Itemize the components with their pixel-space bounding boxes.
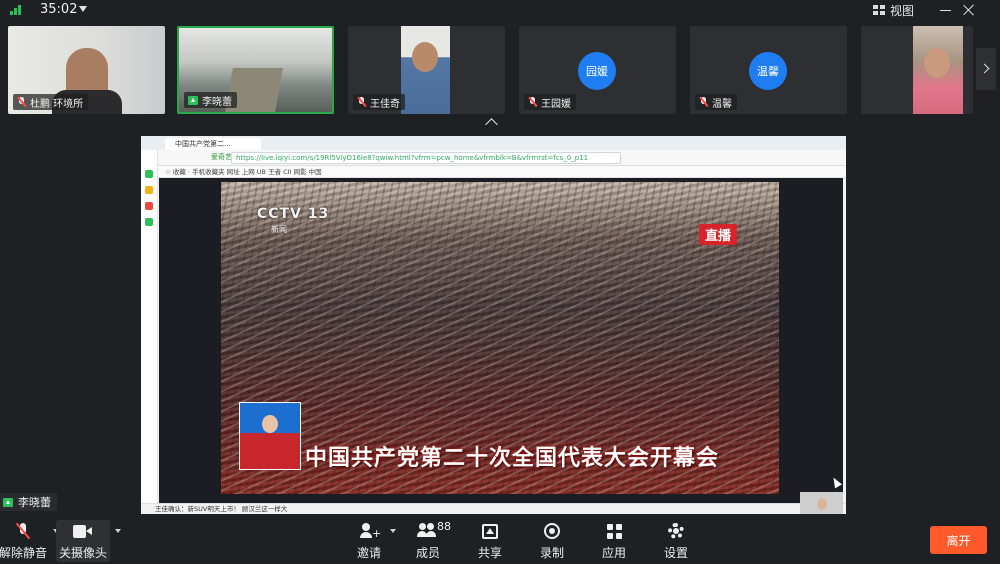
settings-label: 设置	[663, 546, 688, 560]
live-broadcast: CCTV 13 新闻 直播 中国共产党第二十次全国代表大会开幕会	[221, 182, 779, 494]
participant-tile-2[interactable]: 李晓蕾	[177, 26, 334, 114]
share-label: 共享	[477, 546, 502, 560]
participant-label: 王园媛	[524, 94, 576, 110]
view-label: 视图	[890, 4, 915, 18]
participant-tile-6[interactable]	[861, 26, 973, 114]
participant-name: 王园媛	[541, 98, 571, 110]
live-badge: 直播	[699, 224, 738, 245]
share-button[interactable]: 共享	[476, 520, 504, 562]
browser-sidebar	[141, 150, 158, 514]
address-input[interactable]: https://live.iqiyi.com/s/19Rl5ViyO16le8?…	[231, 152, 621, 164]
participant-tile-3[interactable]: 王佳奇	[348, 26, 505, 114]
settings-button[interactable]: 设置	[662, 520, 690, 562]
signal-strength-icon	[10, 5, 22, 15]
self-view-thumbnail[interactable]	[800, 492, 843, 514]
chevron-down-icon[interactable]	[115, 529, 121, 533]
browser-status-bar: 王佳确认：新SUV明天上市！ 顾汉兰这一样大	[141, 503, 846, 514]
members-button[interactable]: 88 成员	[414, 520, 451, 562]
invite-icon: +	[360, 523, 381, 539]
unmute-label: 解除静音	[0, 546, 48, 560]
record-icon	[544, 523, 560, 539]
participant-name: 温馨	[712, 98, 732, 110]
next-page-icon[interactable]	[976, 48, 996, 90]
sidebar-app-icon[interactable]	[145, 218, 153, 226]
participant-name: 杜鹏 环境所	[30, 98, 84, 110]
collapse-strip-icon[interactable]	[485, 118, 498, 131]
leave-button[interactable]: 离开	[930, 526, 987, 554]
members-count: 88	[437, 520, 451, 533]
apps-label: 应用	[601, 546, 626, 560]
screen-share-icon	[188, 95, 198, 105]
chevron-down-icon[interactable]	[390, 529, 396, 533]
participant-name: 李晓蕾	[202, 96, 232, 108]
site-name: 爱奇艺	[211, 153, 232, 161]
unmute-button[interactable]: 解除静音	[0, 520, 59, 562]
channel-logo: CCTV 13	[257, 206, 330, 222]
invite-label: 邀请	[356, 546, 381, 560]
mic-muted-icon	[17, 97, 26, 107]
shared-screen: 中国共产党第二... 爱奇艺 https://live.iqiyi.com/s/…	[141, 136, 846, 514]
apps-button[interactable]: 应用	[600, 520, 628, 562]
camera-icon	[73, 524, 93, 538]
sidebar-app-icon[interactable]	[145, 170, 153, 178]
mic-muted-icon	[699, 97, 708, 107]
mic-muted-icon	[357, 97, 366, 107]
participant-label: 温馨	[695, 94, 737, 110]
participant-tile-5[interactable]: 温馨 温馨	[690, 26, 847, 114]
sign-language-interpreter	[239, 402, 301, 470]
screen-share-icon	[3, 497, 13, 507]
participant-person	[412, 42, 438, 72]
browser-tab[interactable]: 中国共产党第二...	[165, 138, 261, 150]
grid-view-icon	[873, 5, 885, 16]
video-player[interactable]: CCTV 13 新闻 直播 中国共产党第二十次全国代表大会开幕会	[159, 178, 843, 503]
browser-tab-bar: 中国共产党第二...	[141, 136, 846, 150]
participant-label: 杜鹏 环境所	[13, 94, 89, 110]
invite-button[interactable]: + 邀请	[352, 520, 396, 562]
members-icon: 88	[417, 520, 451, 539]
participant-person	[924, 48, 950, 78]
broadcast-caption: 中国共产党第二十次全国代表大会开幕会	[305, 446, 720, 471]
camera-label: 关摄像头	[58, 546, 107, 560]
participant-tile-4[interactable]: 园媛 王园媛	[519, 26, 676, 114]
active-sharer-name: 李晓蕾	[18, 496, 51, 509]
record-label: 录制	[539, 546, 564, 560]
avatar: 园媛	[578, 52, 616, 90]
timer-dropdown-icon[interactable]	[79, 6, 87, 12]
share-screen-icon	[482, 523, 498, 539]
participant-name: 王佳奇	[370, 98, 400, 110]
gear-icon	[668, 523, 684, 539]
channel-sub: 新闻	[271, 225, 287, 234]
mic-muted-icon	[528, 97, 537, 107]
participant-label: 李晓蕾	[184, 92, 237, 108]
favorites-bar: ☆ 收藏 · 手机收藏夹 网址 上网 UB 王者 CII 网影 中国	[141, 166, 846, 178]
minimize-icon[interactable]	[940, 10, 951, 11]
meeting-toolbar: 解除静音 关摄像头 + 邀请 88 成员 共享 录制 应用 设置	[0, 516, 1000, 564]
browser-address-bar: 爱奇艺 https://live.iqiyi.com/s/19Rl5ViyO16…	[141, 150, 846, 166]
participant-tile-1[interactable]: 杜鹏 环境所	[8, 26, 165, 114]
active-sharer-tag: 李晓蕾	[0, 493, 57, 511]
close-icon[interactable]	[962, 3, 976, 17]
view-button[interactable]: 视图	[873, 2, 914, 19]
record-button[interactable]: 录制	[538, 520, 566, 562]
title-bar: 35:02 视图	[0, 0, 1000, 22]
sidebar-app-icon[interactable]	[145, 186, 153, 194]
avatar: 温馨	[749, 52, 787, 90]
apps-icon	[606, 523, 622, 539]
mic-muted-icon	[17, 523, 29, 539]
members-label: 成员	[415, 546, 440, 560]
sidebar-app-icon[interactable]	[145, 202, 153, 210]
camera-button[interactable]: 关摄像头	[56, 520, 121, 562]
meeting-timer: 35:02	[40, 2, 78, 17]
participant-label: 王佳奇	[353, 94, 405, 110]
